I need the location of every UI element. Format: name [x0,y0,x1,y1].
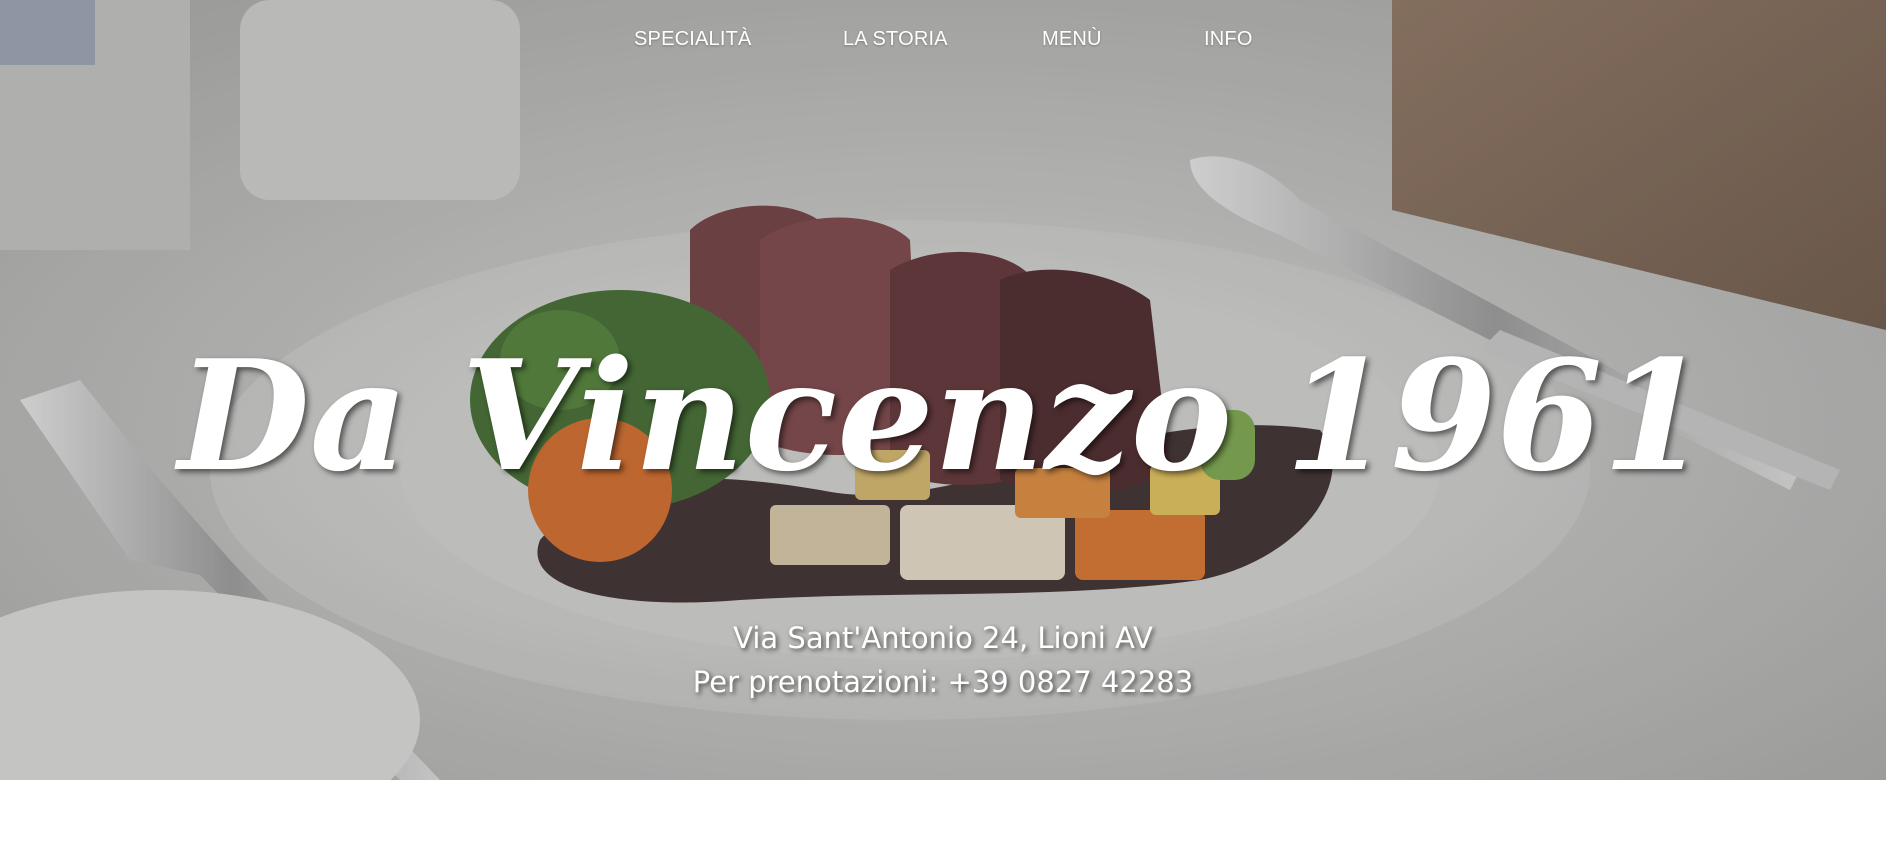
nav-item-specialita[interactable]: SPECIALITÀ [634,28,752,51]
reservation-phone: Per prenotazioni: +39 0827 42283 [692,665,1194,699]
restaurant-title: Da Vincenzo 1961 [177,325,1709,505]
nav-item-menu[interactable]: MENÙ [1042,28,1102,51]
nav-item-la-storia[interactable]: LA STORIA [843,28,948,51]
content-area [0,780,1886,859]
nav-item-info[interactable]: INFO [1204,28,1253,51]
restaurant-address: Via Sant'Antonio 24, Lioni AV [733,621,1153,655]
hero-section: SPECIALITÀ LA STORIA MENÙ INFO Da Vincen… [0,0,1886,780]
